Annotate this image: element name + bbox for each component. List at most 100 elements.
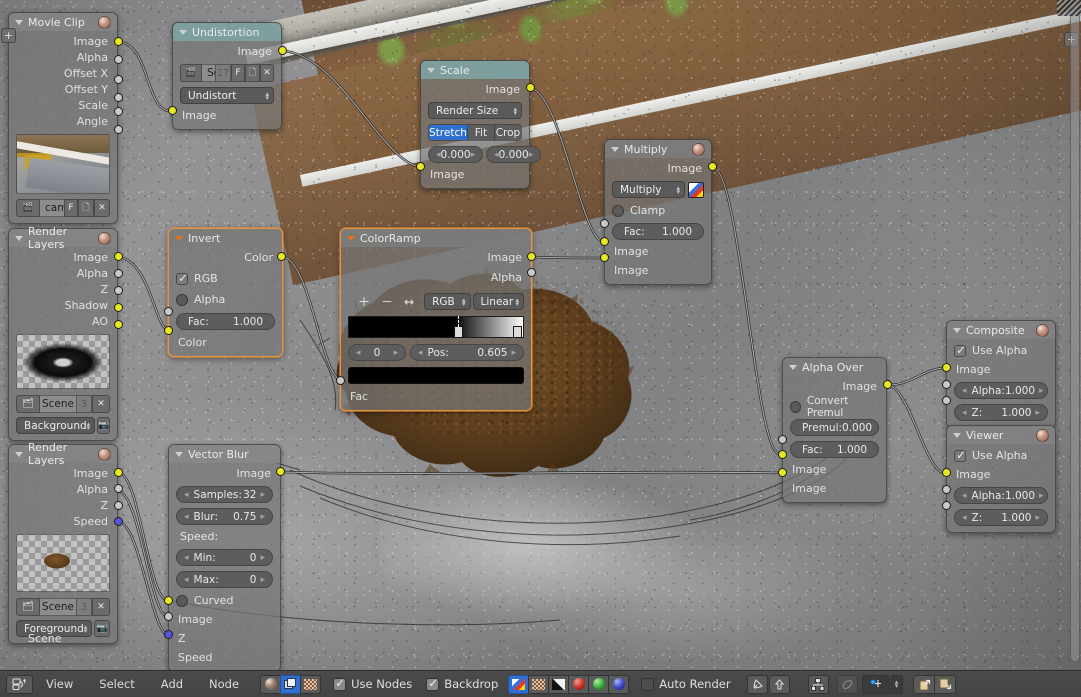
- composite-alpha-field[interactable]: ◂ Alpha: 1.000 ▸: [954, 382, 1048, 399]
- socket-rl-fg-speed[interactable]: [114, 517, 123, 526]
- use-alpha-checkbox-row[interactable]: Use Alpha: [954, 448, 1048, 463]
- curved-checkbox[interactable]: [176, 594, 188, 607]
- unlink-clip-icon[interactable]: ✕: [260, 64, 274, 82]
- node-header-render-layers[interactable]: Render Layers: [9, 441, 117, 467]
- decrement-icon[interactable]: ◂: [356, 348, 361, 358]
- snap-target-chevron-icon[interactable]: ▴ ▾: [890, 674, 903, 694]
- preview-sphere-icon[interactable]: [1036, 323, 1049, 337]
- speed-max-field[interactable]: ◂ Max: 0 ▸: [176, 571, 273, 588]
- multiply-fac-field[interactable]: Fac: 1.000: [612, 223, 704, 240]
- colorramp-mode-dropdown[interactable]: RGB ▴ ▾: [424, 293, 471, 310]
- socket-rl-fg-alpha[interactable]: [114, 484, 123, 493]
- fake-user-button[interactable]: F: [64, 199, 78, 217]
- speed-min-field[interactable]: ◂ Min: 0 ▸: [176, 549, 273, 566]
- socket-movie-clip-offset-y[interactable]: [114, 93, 123, 102]
- clamp-checkbox[interactable]: [612, 204, 624, 217]
- clamp-checkbox-row[interactable]: Clamp: [612, 203, 704, 218]
- socket-movie-clip-scale[interactable]: [114, 107, 123, 116]
- convert-premul-checkbox[interactable]: [790, 400, 801, 413]
- socket-colorramp-out-alpha[interactable]: [527, 268, 536, 277]
- increment-icon[interactable]: ▸: [260, 512, 265, 522]
- proportional-off-icon[interactable]: [836, 674, 858, 694]
- preview-sphere-icon[interactable]: [98, 15, 111, 29]
- node-alpha-over[interactable]: Alpha Over Image Convert Premul Premul: …: [782, 357, 887, 503]
- socket-vb-in-speed[interactable]: [164, 630, 173, 639]
- alpha-channel-icon[interactable]: [528, 674, 550, 694]
- socket-colorramp-in-fac[interactable]: [336, 376, 345, 385]
- collapse-triangle-icon[interactable]: [15, 451, 23, 457]
- node-header-render-layers[interactable]: Render Layers: [9, 225, 117, 251]
- menu-add[interactable]: Add: [148, 671, 196, 697]
- color-channel-icon[interactable]: [508, 674, 530, 694]
- socket-movie-clip-angle[interactable]: [114, 125, 123, 134]
- blue-channel-icon[interactable]: [608, 674, 630, 694]
- new-clip-icon[interactable]: 🗋: [245, 64, 260, 82]
- undistortion-clip-selector[interactable]: 🎬 Sour 17 F 🗋 ✕: [180, 64, 274, 82]
- snap-nodes-icon[interactable]: [807, 674, 829, 694]
- node-movie-clip[interactable]: Movie Clip Image Alpha Offset X Offset Y…: [8, 12, 118, 224]
- copy-to-clipboard-icon[interactable]: [912, 674, 935, 694]
- socket-movie-clip-offset-x[interactable]: [114, 75, 123, 84]
- socket-vb-out-image[interactable]: [276, 467, 285, 476]
- node-scale[interactable]: Scale Image Render Size ▴ ▾ Stretch Fit C…: [420, 60, 542, 189]
- node-header-colorramp[interactable]: ColorRamp: [341, 229, 531, 247]
- decrement-icon[interactable]: ◂: [494, 150, 499, 160]
- node-render-layers-foreground[interactable]: Render Layers Image Alpha Z Speed 🗂 Scen…: [8, 441, 118, 644]
- socket-vb-in-z[interactable]: [164, 612, 173, 621]
- collapse-triangle-icon[interactable]: [611, 146, 619, 152]
- menu-select[interactable]: Select: [86, 671, 147, 697]
- socket-rl-bg-image[interactable]: [114, 252, 123, 261]
- render-single-layer-icon[interactable]: 📷: [97, 417, 111, 434]
- socket-rl-bg-alpha[interactable]: [114, 269, 123, 278]
- increment-icon[interactable]: ▸: [260, 575, 265, 585]
- samples-field[interactable]: ◂ Samples: 32 ▸: [176, 486, 273, 503]
- increment-icon[interactable]: ▸: [1035, 408, 1040, 418]
- rgb-checkbox[interactable]: [176, 271, 188, 285]
- color-channel-icon[interactable]: [688, 181, 704, 198]
- decrement-icon[interactable]: ◂: [184, 575, 189, 585]
- collapse-triangle-icon[interactable]: [175, 451, 183, 457]
- colorramp-stop-end[interactable]: [513, 326, 522, 338]
- decrement-icon[interactable]: ◂: [436, 150, 441, 160]
- scene-name[interactable]: Scene: [40, 395, 76, 413]
- viewer-z-field[interactable]: ◂ Z: 1.000 ▸: [954, 509, 1048, 526]
- chevron-updown-icon[interactable]: ▴ ▾: [676, 184, 680, 195]
- menu-node[interactable]: Node: [196, 671, 252, 697]
- socket-ao-out-image[interactable]: [883, 380, 892, 389]
- editor-type-icon[interactable]: [6, 674, 33, 694]
- compositing-nodes-icon[interactable]: [280, 674, 302, 694]
- use-alpha-checkbox[interactable]: [954, 343, 966, 357]
- clip-browse-icon[interactable]: 🎬: [16, 199, 40, 217]
- socket-rl-fg-image[interactable]: [114, 468, 123, 477]
- decrement-icon[interactable]: ◂: [184, 553, 189, 563]
- decrement-icon[interactable]: ◂: [962, 408, 967, 418]
- colorramp-index-field[interactable]: ◂ 0 ▸: [348, 344, 406, 361]
- collapse-triangle-icon[interactable]: [175, 235, 183, 241]
- collapse-triangle-icon[interactable]: [953, 432, 961, 438]
- chevron-updown-icon[interactable]: ▴ ▾: [87, 420, 91, 431]
- increment-icon[interactable]: ▸: [511, 348, 516, 358]
- collapse-triangle-icon[interactable]: [15, 19, 23, 25]
- preview-sphere-icon[interactable]: [692, 142, 705, 156]
- socket-vb-in-image[interactable]: [164, 596, 173, 605]
- scale-space-dropdown[interactable]: Render Size ▴ ▾: [428, 102, 522, 119]
- shader-nodes-icon[interactable]: [260, 674, 282, 694]
- auto-render-checkbox[interactable]: [641, 677, 655, 691]
- snap-target-icon[interactable]: [861, 674, 890, 694]
- node-vector-blur[interactable]: Vector Blur Image ◂ Samples: 32 ▸ ◂ Blur…: [168, 444, 281, 672]
- increment-icon[interactable]: ▸: [393, 348, 398, 358]
- colorramp-gradient-bar[interactable]: [348, 316, 524, 338]
- chevron-updown-icon[interactable]: ▴ ▾: [84, 623, 88, 634]
- decrement-icon[interactable]: ◂: [184, 512, 189, 522]
- use-alpha-checkbox[interactable]: [954, 448, 966, 462]
- socket-rl-fg-z[interactable]: [114, 501, 123, 510]
- socket-viewer-z[interactable]: [942, 501, 951, 510]
- socket-multiply-fac[interactable]: [600, 219, 609, 228]
- viewer-alpha-field[interactable]: ◂ Alpha: 1.000 ▸: [954, 487, 1048, 504]
- node-multiply[interactable]: Multiply Image Multiply ▴ ▾ Clamp Fac: 1.…: [604, 139, 712, 285]
- socket-invert-fac[interactable]: [164, 307, 173, 316]
- node-header-alpha-over[interactable]: Alpha Over: [783, 358, 886, 376]
- menu-view[interactable]: View: [33, 671, 86, 697]
- socket-multiply-in-image-1[interactable]: [600, 237, 609, 246]
- node-header-viewer[interactable]: Viewer: [947, 426, 1055, 444]
